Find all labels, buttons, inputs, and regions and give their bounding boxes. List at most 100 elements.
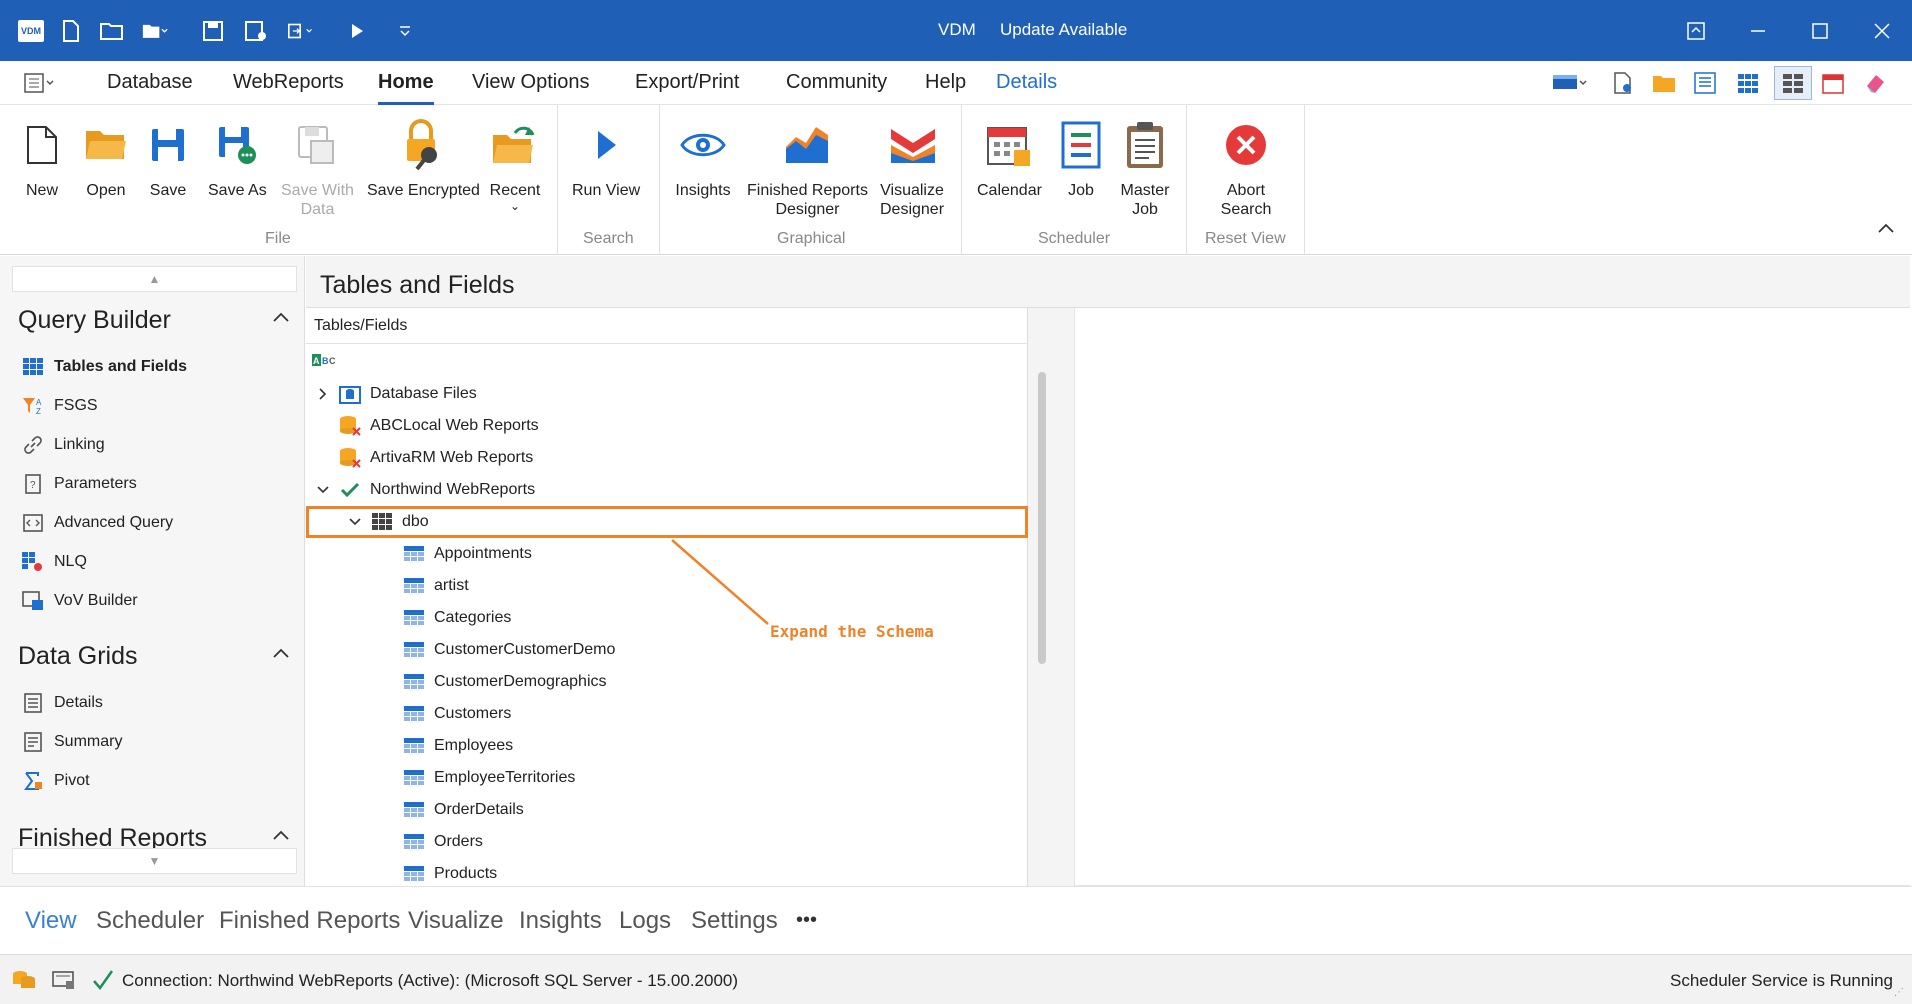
nav-advanced-query[interactable]: Advanced Query: [22, 512, 173, 534]
grid-view-icon[interactable]: [1737, 72, 1759, 99]
list-view-icon[interactable]: [1694, 72, 1716, 99]
connection-icon[interactable]: [52, 969, 76, 996]
save-icon[interactable]: [200, 18, 226, 44]
menu-community[interactable]: Community: [786, 71, 887, 94]
calendar-small-icon[interactable]: [1822, 72, 1844, 99]
details-view-icon[interactable]: [1774, 66, 1812, 100]
collapse-ribbon-chevron-icon[interactable]: [1877, 221, 1895, 239]
recent-button[interactable]: Recent ⌄: [487, 113, 543, 212]
eraser-icon[interactable]: [1864, 72, 1886, 99]
menu-home[interactable]: Home: [378, 71, 434, 105]
database-status-icon[interactable]: [12, 969, 38, 996]
nav-nlq[interactable]: NLQ: [22, 551, 87, 573]
menu-webreports[interactable]: WebReports: [233, 71, 344, 94]
abc-field-type-icon[interactable]: ABC: [312, 352, 338, 375]
tree-column-header[interactable]: Tables/Fields: [306, 308, 1028, 344]
save-as-icon[interactable]: [243, 18, 269, 44]
tab-visualize[interactable]: Visualize: [408, 907, 504, 935]
save-with-data-button[interactable]: Save With Data: [281, 113, 354, 219]
table-row[interactable]: Employees: [306, 730, 1028, 762]
nav-scroll-down-icon[interactable]: ▼: [12, 848, 297, 874]
new-button[interactable]: New: [14, 113, 70, 200]
more-tabs-icon[interactable]: •••: [796, 909, 817, 932]
parameters-icon: ?: [22, 473, 44, 495]
run-view-button[interactable]: Run View: [572, 113, 640, 200]
table-row[interactable]: CustomerDemographics: [306, 666, 1028, 698]
finished-reports-designer-button[interactable]: Finished Reports Designer: [747, 113, 868, 219]
nav-fsgs[interactable]: AZ FSGS: [22, 395, 98, 417]
save-encrypted-button[interactable]: Save Encrypted: [367, 113, 480, 200]
tab-insights[interactable]: Insights: [519, 907, 602, 935]
table-row[interactable]: OrderDetails: [306, 794, 1028, 826]
recent-dropdown-chevron-icon: ⌄: [509, 199, 521, 213]
section-data-grids[interactable]: Data Grids: [18, 642, 137, 671]
tree-item-abclocal[interactable]: ABCLocal Web Reports: [306, 410, 1028, 442]
tab-settings[interactable]: Settings: [691, 907, 778, 935]
nav-parameters[interactable]: ? Parameters: [22, 473, 137, 495]
calendar-button[interactable]: Calendar: [977, 113, 1042, 200]
table-icon: [402, 638, 426, 662]
table-row[interactable]: Orders: [306, 826, 1028, 858]
app-menu-icon[interactable]: [24, 73, 56, 98]
export-icon[interactable]: [288, 18, 314, 44]
check-icon: [338, 478, 362, 502]
update-available-link[interactable]: Update Available: [1000, 20, 1127, 40]
menu-view-options[interactable]: View Options: [472, 71, 589, 94]
grid-icon: [22, 356, 44, 378]
nav-linking[interactable]: Linking: [22, 434, 105, 456]
table-row[interactable]: Customers: [306, 698, 1028, 730]
nav-details[interactable]: Details: [22, 692, 103, 714]
open-recent-icon[interactable]: [142, 18, 168, 44]
save-button[interactable]: Save: [140, 113, 196, 200]
maximize-icon[interactable]: [1803, 14, 1837, 48]
collapse-chevron-icon[interactable]: [272, 646, 294, 668]
link-icon: [22, 434, 44, 456]
collapse-chevron-icon[interactable]: [272, 828, 294, 850]
open-folder-icon[interactable]: [99, 18, 125, 44]
new-file-icon[interactable]: [58, 18, 84, 44]
section-query-builder[interactable]: Query Builder: [18, 306, 171, 335]
tab-logs[interactable]: Logs: [619, 907, 671, 935]
nav-summary[interactable]: Summary: [22, 731, 122, 753]
tab-finished-reports[interactable]: Finished Reports: [219, 907, 400, 935]
chevron-down-icon[interactable]: [314, 481, 332, 499]
table-icon: [402, 606, 426, 630]
nav-scroll-up-icon[interactable]: ▲: [12, 266, 297, 292]
nav-vov-builder[interactable]: VoV Builder: [22, 590, 138, 612]
theme-selector-icon[interactable]: [1552, 72, 1588, 99]
tree-item-northwind[interactable]: Northwind WebReports: [306, 474, 1028, 506]
save-as-button[interactable]: Save As: [208, 113, 267, 200]
run-icon[interactable]: [344, 18, 370, 44]
nav-tables-and-fields[interactable]: Tables and Fields: [22, 356, 187, 378]
group-separator: [557, 105, 558, 255]
menu-help[interactable]: Help: [925, 71, 966, 94]
tree-item-artivarm[interactable]: ArtivaRM Web Reports: [306, 442, 1028, 474]
tab-view[interactable]: View: [25, 907, 77, 935]
minimize-icon[interactable]: [1741, 14, 1775, 48]
tree-scrollbar[interactable]: [1038, 372, 1046, 664]
pivot-sigma-icon: [22, 770, 44, 792]
chevron-right-icon[interactable]: [314, 385, 332, 403]
visualize-designer-button[interactable]: Visualize Designer: [880, 113, 944, 219]
master-job-button[interactable]: Master Job: [1117, 113, 1173, 219]
close-icon[interactable]: [1865, 14, 1899, 48]
page-settings-icon[interactable]: [1612, 72, 1634, 99]
menu-export-print[interactable]: Export/Print: [635, 71, 739, 94]
job-button[interactable]: Job: [1053, 113, 1109, 200]
nav-pivot[interactable]: Pivot: [22, 770, 90, 792]
resize-grip-icon[interactable]: ⋰: [1894, 987, 1904, 998]
open-button[interactable]: Open: [78, 113, 134, 200]
customize-toolbar-icon[interactable]: [392, 18, 418, 44]
collapse-chevron-icon[interactable]: [272, 310, 294, 332]
folder-icon[interactable]: [1652, 72, 1676, 99]
splitter-area: [1028, 308, 1074, 886]
tree-item-database-files[interactable]: Database Files: [306, 378, 1028, 410]
menu-details[interactable]: Details: [996, 71, 1057, 94]
schema-highlight-box: [306, 506, 1028, 538]
restore-window-icon[interactable]: [1679, 14, 1713, 48]
menu-database[interactable]: Database: [107, 71, 193, 94]
tab-scheduler[interactable]: Scheduler: [96, 907, 204, 935]
table-row[interactable]: EmployeeTerritories: [306, 762, 1028, 794]
insights-button[interactable]: Insights: [675, 113, 731, 200]
abort-search-button[interactable]: Abort Search: [1218, 113, 1274, 219]
